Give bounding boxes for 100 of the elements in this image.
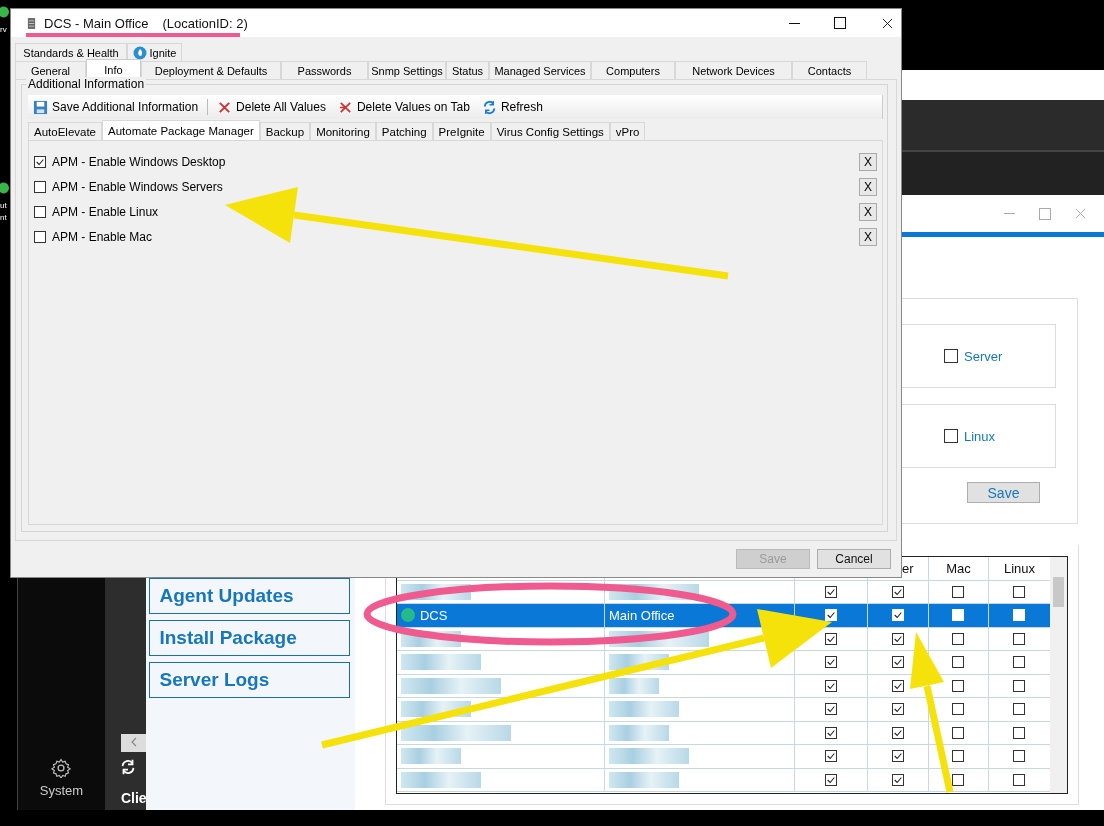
clear-button[interactable]: X	[859, 202, 877, 221]
checkbox-label[interactable]: Linux	[964, 428, 996, 444]
checkbox[interactable]	[825, 679, 837, 692]
tab[interactable]: Network Devices	[675, 61, 792, 79]
window-subtitle: (LocationID: 2)	[162, 15, 248, 31]
minimize-icon[interactable]	[789, 22, 800, 24]
checkbox[interactable]	[952, 773, 965, 786]
checkbox-label[interactable]: APM - Enable Linux	[52, 204, 159, 219]
checkbox[interactable]	[892, 773, 904, 786]
rail-label[interactable]: Clie	[120, 790, 147, 806]
checkbox[interactable]	[825, 703, 837, 716]
menu-button[interactable]: Install Package	[149, 620, 351, 656]
checkbox[interactable]	[892, 632, 904, 645]
menu-button[interactable]: Server Logs	[149, 662, 351, 698]
column-header[interactable]: er	[902, 560, 914, 576]
checkbox-label[interactable]: APM - Enable Mac	[52, 229, 153, 244]
checkbox[interactable]	[952, 750, 965, 763]
save-button[interactable]: Save	[967, 482, 1040, 503]
checkbox[interactable]	[892, 656, 904, 669]
checkbox[interactable]	[952, 679, 965, 692]
settings-icon[interactable]	[51, 758, 72, 778]
checkbox[interactable]	[34, 205, 46, 218]
clear-button[interactable]: X	[859, 177, 877, 196]
checkbox[interactable]	[34, 155, 46, 168]
clear-button[interactable]: X	[859, 227, 877, 246]
tab[interactable]: Ignite	[127, 43, 182, 61]
toolbar-button[interactable]: Delete Values on Tab	[334, 99, 473, 115]
checkbox[interactable]	[952, 656, 965, 669]
checkbox-label[interactable]: APM - Enable Windows Servers	[52, 179, 223, 194]
blurred-placeholder	[609, 677, 659, 694]
checkbox-label[interactable]: Server	[964, 348, 1003, 364]
checkbox[interactable]	[34, 180, 46, 193]
blurred-placeholder	[609, 701, 679, 718]
nav-label[interactable]: System	[39, 783, 84, 798]
tab[interactable]: Info	[86, 59, 141, 79]
toolbar-button[interactable]: Delete All Values	[214, 99, 329, 115]
desktop-icon-label: rv	[0, 24, 7, 36]
refresh-icon	[481, 99, 497, 115]
checkbox[interactable]	[825, 750, 837, 763]
window-title: DCS - Main Office	[44, 15, 149, 31]
checkbox[interactable]	[1013, 726, 1026, 739]
tab[interactable]: Passwords	[281, 61, 368, 79]
checkbox[interactable]	[825, 632, 837, 645]
group-title: Additional Information	[26, 77, 147, 91]
checkbox[interactable]	[825, 773, 837, 786]
checkbox[interactable]	[892, 703, 904, 716]
tab[interactable]: Status	[446, 61, 489, 79]
chevron-left-icon	[130, 737, 137, 747]
tab[interactable]: Deployment & Defaults	[141, 61, 281, 79]
maximize-icon[interactable]	[834, 17, 846, 29]
toolbar-button[interactable]: Refresh	[478, 99, 546, 115]
tab[interactable]: Contacts	[792, 61, 867, 79]
checkbox[interactable]	[952, 703, 965, 716]
checkbox[interactable]	[892, 750, 904, 763]
tab[interactable]: General	[15, 61, 86, 79]
checkbox[interactable]	[952, 726, 965, 739]
menu-button[interactable]: Agent Updates	[149, 578, 351, 614]
checkbox[interactable]	[1013, 656, 1026, 669]
checkbox[interactable]	[825, 656, 837, 669]
column-header[interactable]: Mac	[946, 560, 971, 576]
tab[interactable]: Automate Package Manager	[102, 120, 260, 140]
scroll-left-button[interactable]	[120, 734, 147, 752]
checkbox[interactable]	[34, 230, 46, 243]
checkbox[interactable]	[892, 679, 904, 692]
blurred-placeholder	[609, 771, 679, 788]
close-icon[interactable]	[882, 17, 893, 29]
checkbox-label[interactable]: APM - Enable Windows Desktop	[52, 154, 226, 169]
checkbox[interactable]	[944, 349, 958, 363]
status-dot-icon	[401, 608, 415, 623]
blurred-placeholder	[609, 724, 669, 741]
toolbar-button[interactable]: Save Additional Information	[30, 99, 202, 115]
tab[interactable]: Snmp Settings	[368, 61, 446, 79]
dialog-button[interactable]: Cancel	[817, 549, 891, 569]
checkbox[interactable]	[944, 429, 958, 443]
checkbox[interactable]	[1013, 703, 1026, 716]
checkbox[interactable]	[1013, 679, 1026, 692]
delete-icon	[337, 99, 353, 115]
checkbox[interactable]	[825, 585, 837, 598]
checkbox[interactable]	[952, 632, 965, 645]
checkbox[interactable]	[952, 585, 965, 598]
delete-icon	[217, 99, 233, 115]
tab[interactable]: Computers	[591, 61, 675, 79]
column-header[interactable]: Linux	[1003, 560, 1035, 576]
blurred-placeholder	[401, 748, 461, 765]
clear-button[interactable]: X	[859, 152, 877, 171]
tab[interactable]: Managed Services	[489, 61, 591, 79]
tab[interactable]: Standards & Health	[15, 43, 127, 61]
checkbox[interactable]	[1013, 632, 1026, 645]
checkbox[interactable]	[1013, 773, 1026, 786]
checkbox[interactable]	[892, 585, 904, 598]
server-icon	[27, 16, 36, 30]
desktop-icon-label: nt	[0, 212, 7, 224]
checkbox[interactable]	[825, 726, 837, 739]
table-cell: DCS	[420, 607, 448, 623]
flame-icon	[132, 45, 147, 60]
checkbox[interactable]	[1013, 750, 1026, 763]
checkbox[interactable]	[1013, 585, 1026, 598]
desktop-icon-label: ut	[0, 200, 7, 212]
table-cell: Main Office	[609, 607, 675, 623]
checkbox[interactable]	[892, 726, 904, 739]
